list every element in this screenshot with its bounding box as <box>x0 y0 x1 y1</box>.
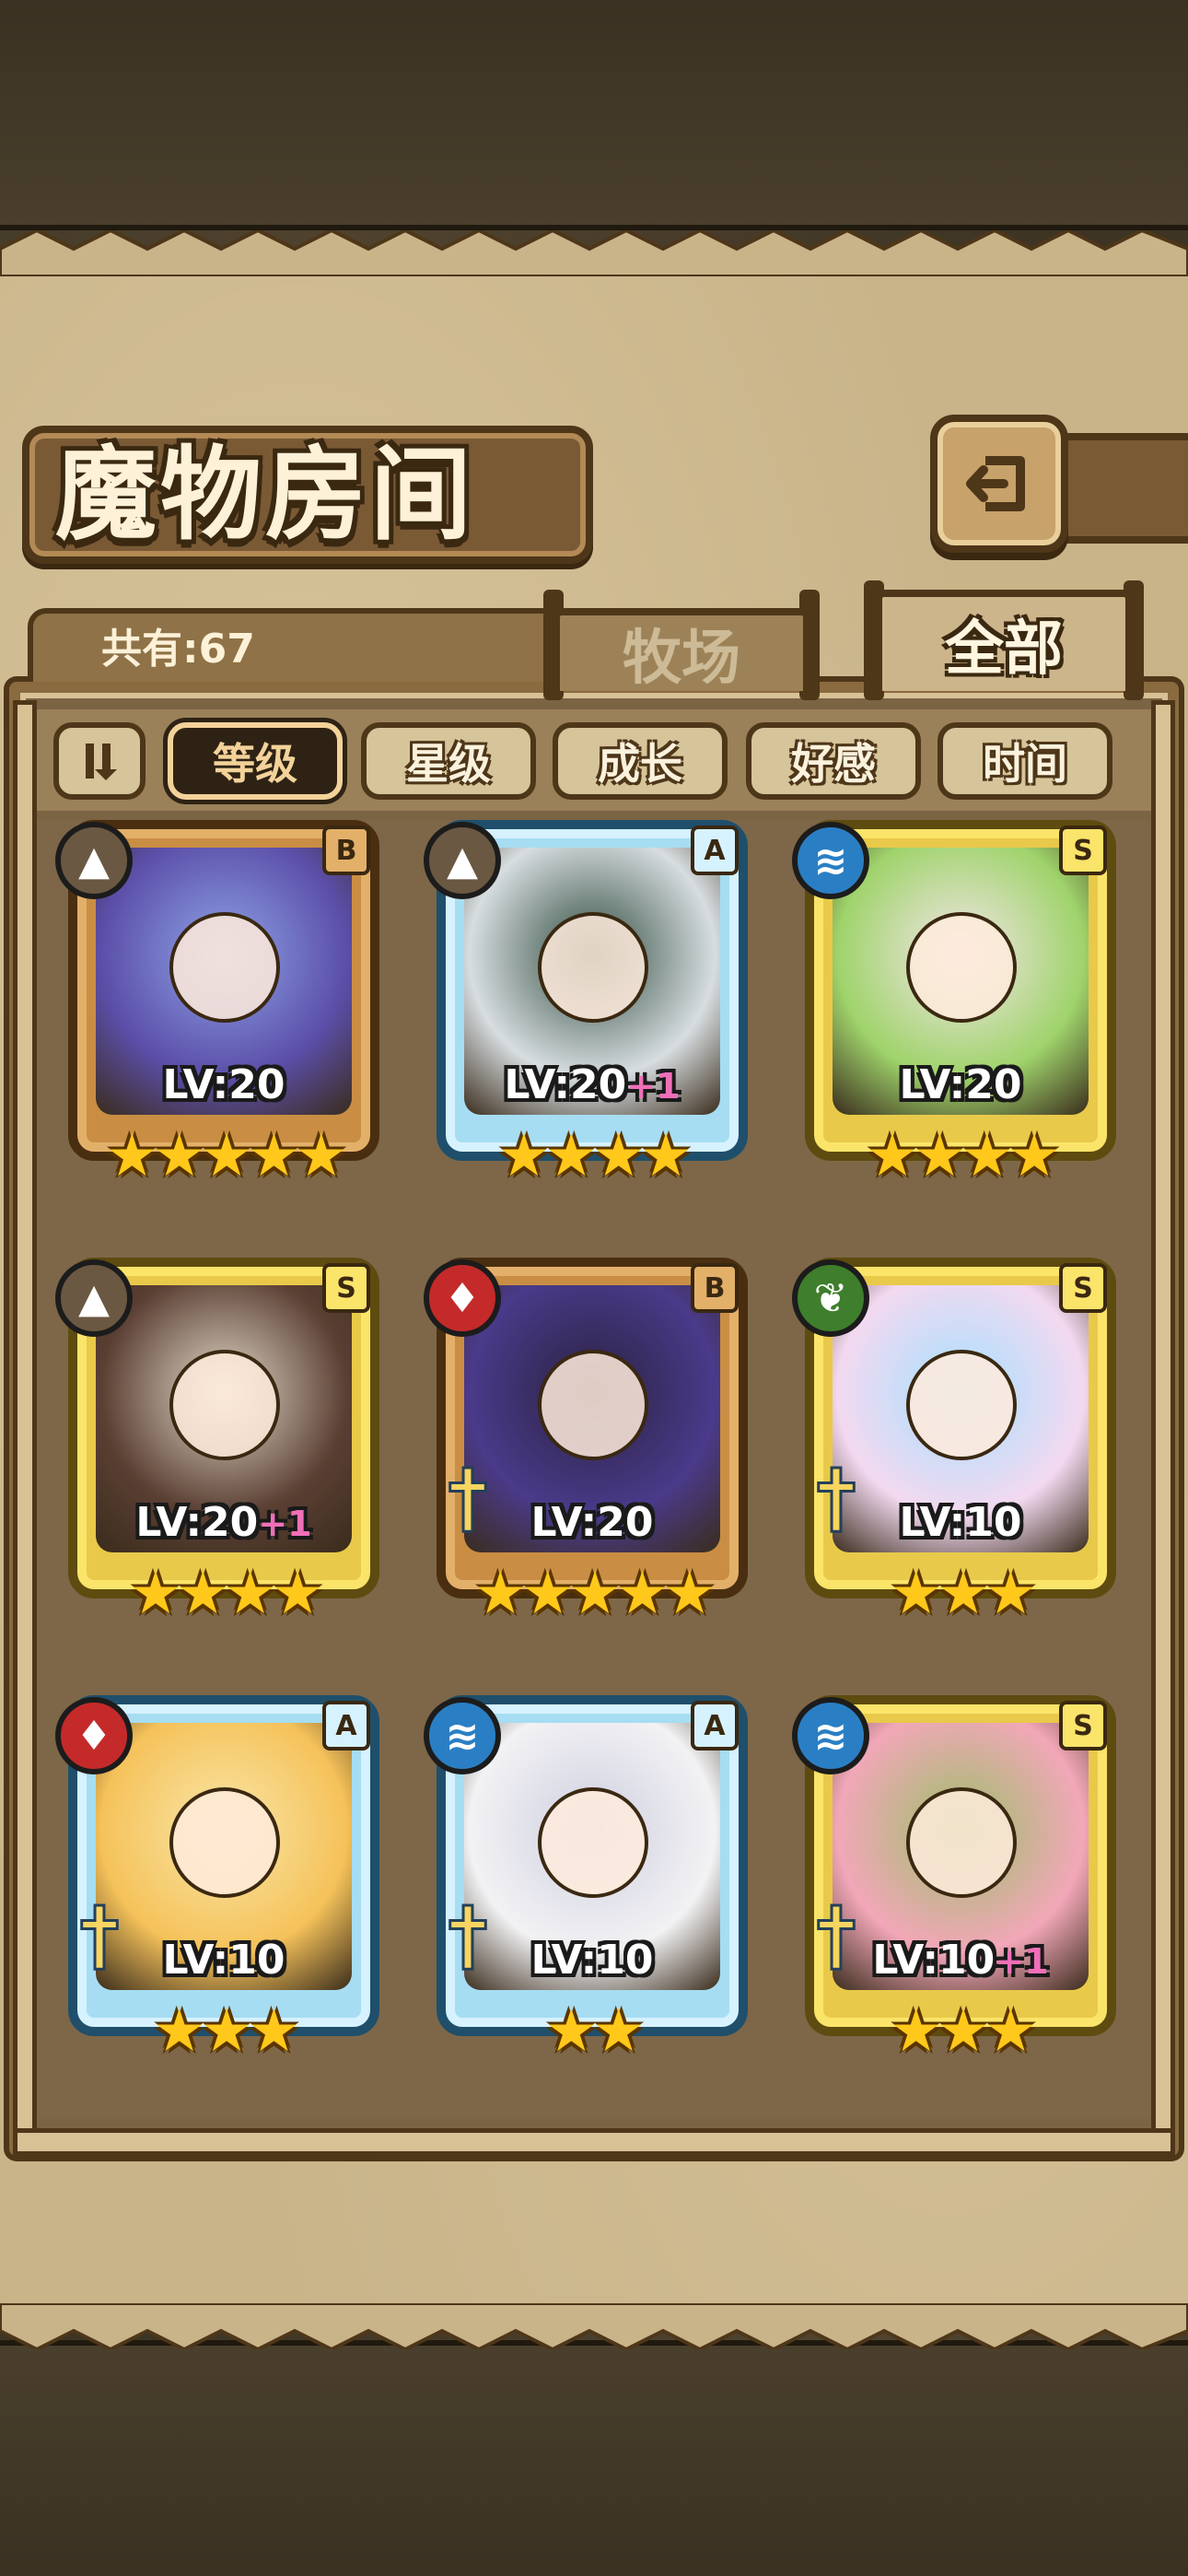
star-rating: ★★★★ <box>129 1560 324 1628</box>
sort-order-toggle[interactable] <box>53 722 146 800</box>
fire-element-icon: ♦ <box>424 1259 501 1337</box>
level-value: LV:20 <box>530 1499 654 1546</box>
bottom-map-band <box>0 2340 1188 2576</box>
monster-card[interactable]: ▲ A LV:20+1 ★★★★ <box>422 820 763 1207</box>
monster-grid: ▲ B LV:20 ★★★★★ ▲ A LV:20+1 ★★★★ ≋ S LV:20 ★★★★ ▲ S LV… <box>37 820 1151 2119</box>
level-bonus: +1 <box>626 1066 681 1107</box>
monster-face-icon <box>906 1350 1017 1460</box>
water-element-icon: ≋ <box>792 1697 869 1774</box>
frame-rail-bottom <box>13 2128 1175 2156</box>
monster-face-icon <box>538 1787 648 1898</box>
star-rating: ★★★★★ <box>105 1122 348 1190</box>
fire-element-icon: ♦ <box>55 1697 133 1774</box>
star-rating: ★★★★ <box>866 1122 1061 1190</box>
rank-badge: A <box>322 1701 370 1751</box>
monster-face-icon <box>538 1350 648 1460</box>
zigzag-edge-top <box>0 230 1188 276</box>
earth-element-icon: ▲ <box>424 822 501 899</box>
monster-level: LV:10 <box>790 1499 1131 1546</box>
level-bonus: +1 <box>995 1941 1049 1982</box>
rank-badge: S <box>1059 825 1107 875</box>
monster-face-icon <box>906 1787 1017 1898</box>
monster-level: LV:20+1 <box>53 1499 394 1546</box>
sort-order-icon <box>86 744 117 780</box>
monster-card[interactable]: ♦ B † LV:20 ★★★★★ <box>422 1258 763 1645</box>
star-rating: ★★★★★ <box>473 1560 716 1628</box>
monster-level: LV:10 <box>53 1937 394 1984</box>
monster-level: LV:10+1 <box>790 1937 1131 1984</box>
star-rating: ★★★ <box>152 1997 300 2066</box>
level-bonus: +1 <box>258 1504 312 1544</box>
frame-rail-left <box>13 700 37 2156</box>
monster-card[interactable]: ≋ S LV:20 ★★★★ <box>790 820 1131 1207</box>
monster-card[interactable]: ▲ S LV:20+1 ★★★★ <box>53 1258 394 1645</box>
sort-by-growth-button[interactable]: 成长 <box>553 722 728 800</box>
monster-face-icon <box>538 912 648 1023</box>
star-rating: ★★★★ <box>497 1122 693 1190</box>
star-rating: ★★★ <box>889 1560 1037 1628</box>
monster-face-icon <box>906 912 1017 1023</box>
monster-face-icon <box>169 912 280 1023</box>
monster-card[interactable]: ♦ A † LV:10 ★★★ <box>53 1695 394 2082</box>
monster-face-icon <box>169 1787 280 1898</box>
earth-element-icon: ▲ <box>55 1259 133 1337</box>
return-arrow-icon <box>966 456 1025 511</box>
wood-element-icon: ❦ <box>792 1259 869 1337</box>
monster-level: LV:10 <box>422 1937 763 1984</box>
sort-by-stars-button[interactable]: 星级 <box>361 722 536 800</box>
rank-badge: S <box>1059 1263 1107 1313</box>
monster-count: 共有:67 <box>101 626 255 673</box>
star-rating: ★★★ <box>889 1997 1037 2066</box>
sort-by-affection-button[interactable]: 好感 <box>746 722 921 800</box>
sort-by-time-button[interactable]: 时间 <box>938 722 1112 800</box>
level-value: LV:20 <box>135 1499 259 1546</box>
monster-level: LV:20+1 <box>422 1061 763 1108</box>
water-element-icon: ≋ <box>792 822 869 899</box>
rank-badge: S <box>1059 1701 1107 1751</box>
monster-card[interactable]: ≋ A † LV:10 ★★ <box>422 1695 763 2082</box>
top-map-band <box>0 0 1188 230</box>
level-value: LV:20 <box>504 1061 627 1108</box>
level-value: LV:10 <box>530 1937 654 1984</box>
back-button-rail <box>1059 433 1188 544</box>
monster-card[interactable]: ❦ S † LV:10 ★★★ <box>790 1258 1131 1645</box>
sort-by-level-button[interactable]: 等级 <box>168 722 343 800</box>
water-element-icon: ≋ <box>424 1697 501 1774</box>
level-value: LV:10 <box>899 1499 1022 1546</box>
zigzag-edge-bottom <box>0 2303 1188 2349</box>
monster-face-icon <box>169 1350 280 1460</box>
level-value: LV:20 <box>162 1061 285 1108</box>
level-value: LV:10 <box>872 1937 996 1984</box>
rank-badge: B <box>322 825 370 875</box>
rank-badge: A <box>691 825 739 875</box>
monster-level: LV:20 <box>422 1499 763 1546</box>
monster-level: LV:20 <box>53 1061 394 1108</box>
page-title: 魔物房间 <box>55 435 475 554</box>
monster-card[interactable]: ≋ S † LV:10+1 ★★★ <box>790 1695 1131 2082</box>
level-value: LV:10 <box>162 1937 285 1984</box>
rank-badge: A <box>691 1701 739 1751</box>
earth-element-icon: ▲ <box>55 822 133 899</box>
level-value: LV:20 <box>899 1061 1022 1108</box>
frame-rail-right <box>1151 700 1175 2156</box>
rank-badge: S <box>322 1263 370 1313</box>
tab-farm[interactable]: 牧场 <box>553 608 810 693</box>
rank-badge: B <box>691 1263 739 1313</box>
star-rating: ★★ <box>544 1997 646 2066</box>
monster-card[interactable]: ▲ B LV:20 ★★★★★ <box>53 820 394 1207</box>
tab-all[interactable]: 全部 <box>875 590 1133 691</box>
monster-level: LV:20 <box>790 1061 1131 1108</box>
back-button[interactable] <box>930 415 1068 553</box>
